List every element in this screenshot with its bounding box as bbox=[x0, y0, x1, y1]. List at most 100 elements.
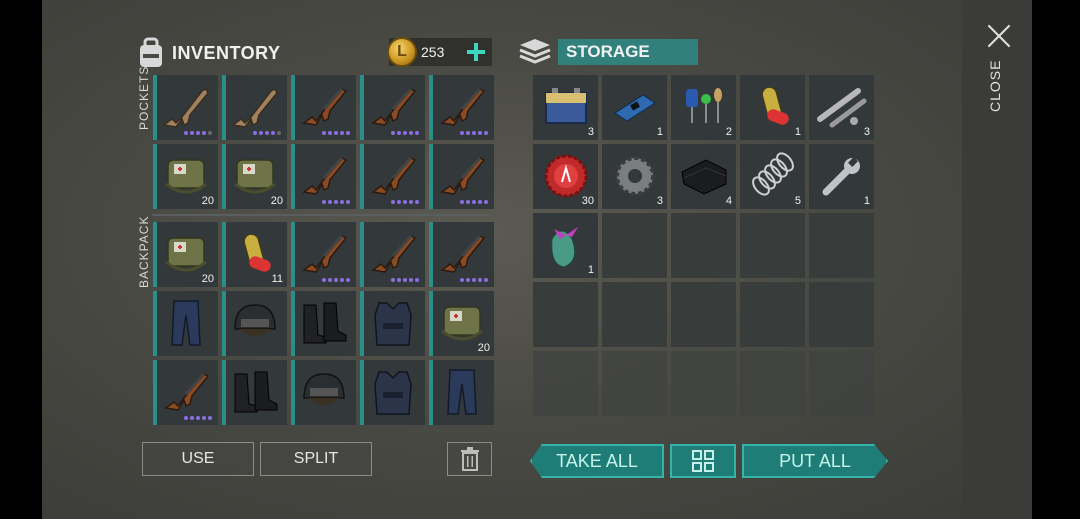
ak-rifle-icon bbox=[296, 226, 352, 282]
coin-balance: L 253 bbox=[387, 37, 492, 67]
backpack-slot[interactable] bbox=[360, 360, 425, 425]
pockets-slot[interactable] bbox=[291, 75, 356, 140]
backpack-grid: 20 11 20 bbox=[153, 222, 494, 425]
spring-icon bbox=[745, 148, 801, 204]
storage-empty-slot[interactable] bbox=[809, 351, 874, 416]
item-count: 1 bbox=[863, 195, 870, 207]
storage-title: STORAGE bbox=[558, 39, 698, 65]
backpack-label: BACKPACK bbox=[137, 215, 151, 288]
backpack-slot[interactable] bbox=[222, 291, 287, 356]
quality-dots bbox=[391, 200, 419, 204]
backpack-slot[interactable] bbox=[429, 222, 494, 287]
section-divider bbox=[152, 214, 491, 216]
backpack-slot[interactable] bbox=[222, 360, 287, 425]
quality-dots bbox=[391, 131, 419, 135]
boots-icon bbox=[227, 364, 283, 420]
pockets-slot[interactable]: 20 bbox=[222, 144, 287, 209]
backpack-slot[interactable] bbox=[360, 291, 425, 356]
storage_items-slot[interactable]: 3 bbox=[809, 75, 874, 140]
storage-empty-slot[interactable] bbox=[533, 282, 598, 347]
backpack-slot[interactable] bbox=[291, 222, 356, 287]
backpack-slot[interactable]: 11 bbox=[222, 222, 287, 287]
pockets-slot[interactable] bbox=[222, 75, 287, 140]
put-all-label: PUT ALL bbox=[779, 450, 851, 471]
tan-rifle-icon bbox=[227, 79, 283, 135]
pockets-slot[interactable] bbox=[429, 144, 494, 209]
pockets-slot[interactable] bbox=[360, 144, 425, 209]
ak-rifle-icon bbox=[434, 148, 490, 204]
storage_items-slot[interactable]: 1 bbox=[740, 75, 805, 140]
storage_items-slot[interactable]: 1 bbox=[533, 213, 598, 278]
storage-empty-slot[interactable] bbox=[740, 213, 805, 278]
close-button[interactable]: CLOSE bbox=[983, 20, 1013, 120]
item-count: 5 bbox=[794, 195, 801, 207]
backpack-slot[interactable] bbox=[429, 360, 494, 425]
storage-empty-slot[interactable] bbox=[671, 213, 736, 278]
storage-empty-slot[interactable] bbox=[740, 282, 805, 347]
storage_items-slot[interactable]: 30 bbox=[533, 144, 598, 209]
storage-empty-slot[interactable] bbox=[809, 213, 874, 278]
item-count: 1 bbox=[587, 264, 594, 276]
backpack-slot[interactable] bbox=[153, 291, 218, 356]
storage-empty-slot[interactable] bbox=[533, 351, 598, 416]
put-all-button[interactable]: PUT ALL bbox=[742, 444, 888, 478]
trash-icon bbox=[460, 447, 480, 471]
storage-header: STORAGE bbox=[518, 36, 698, 68]
storage_items-slot[interactable]: 1 bbox=[809, 144, 874, 209]
pockets-slot[interactable] bbox=[360, 75, 425, 140]
use-button[interactable]: USE bbox=[142, 442, 254, 476]
quality-dots bbox=[253, 131, 281, 135]
boots-icon bbox=[296, 295, 352, 351]
ak-rifle-icon bbox=[296, 148, 352, 204]
backpack-slot[interactable]: 20 bbox=[153, 222, 218, 287]
storage-empty-slot[interactable] bbox=[602, 213, 667, 278]
quality-dots bbox=[322, 131, 350, 135]
item-count: 20 bbox=[477, 342, 490, 354]
backpack-slot[interactable] bbox=[360, 222, 425, 287]
pockets-slot[interactable]: 20 bbox=[153, 144, 218, 209]
delete-button[interactable] bbox=[447, 442, 492, 476]
coin-icon: L bbox=[387, 37, 417, 67]
storage-empty-slot[interactable] bbox=[602, 351, 667, 416]
item-count: 20 bbox=[201, 273, 214, 285]
storage_items-slot[interactable]: 2 bbox=[671, 75, 736, 140]
quality-dots bbox=[460, 200, 488, 204]
pipes-icon bbox=[814, 79, 870, 135]
item-count: 20 bbox=[201, 195, 214, 207]
storage_items-slot[interactable]: 1 bbox=[602, 75, 667, 140]
storage-grid: 3 1 2 1 3 30 3 4 5 1 1 bbox=[533, 75, 874, 424]
add-coins-button[interactable] bbox=[466, 42, 486, 62]
pants-icon bbox=[158, 295, 214, 351]
electronic-parts-icon bbox=[676, 79, 732, 135]
inventory-title: INVENTORY bbox=[172, 42, 281, 63]
backpack-slot[interactable] bbox=[291, 291, 356, 356]
backpack-slot[interactable] bbox=[153, 360, 218, 425]
pants-icon bbox=[434, 364, 490, 420]
storage-box-icon bbox=[518, 37, 552, 67]
storage-empty-slot[interactable] bbox=[602, 282, 667, 347]
storage-empty-slot[interactable] bbox=[809, 282, 874, 347]
quality-dots bbox=[184, 416, 212, 420]
take-all-button[interactable]: TAKE ALL bbox=[530, 444, 664, 478]
split-button[interactable]: SPLIT bbox=[260, 442, 372, 476]
backpack-slot[interactable] bbox=[291, 360, 356, 425]
pockets-slot[interactable] bbox=[429, 75, 494, 140]
quality-dots bbox=[460, 278, 488, 282]
sort-button[interactable] bbox=[670, 444, 736, 478]
storage-empty-slot[interactable] bbox=[671, 351, 736, 416]
pockets-slot[interactable] bbox=[291, 144, 356, 209]
ak-rifle-icon bbox=[365, 79, 421, 135]
storage-empty-slot[interactable] bbox=[671, 282, 736, 347]
pill-icon bbox=[745, 79, 801, 135]
vest-icon bbox=[365, 295, 421, 351]
circuit-board-icon bbox=[607, 79, 663, 135]
storage_items-slot[interactable]: 3 bbox=[602, 144, 667, 209]
item-count: 30 bbox=[581, 195, 594, 207]
storage-empty-slot[interactable] bbox=[740, 351, 805, 416]
pockets-slot[interactable] bbox=[153, 75, 218, 140]
backpack-slot[interactable]: 20 bbox=[429, 291, 494, 356]
storage_items-slot[interactable]: 5 bbox=[740, 144, 805, 209]
storage_items-slot[interactable]: 4 bbox=[671, 144, 736, 209]
item-count: 2 bbox=[725, 126, 732, 138]
storage_items-slot[interactable]: 3 bbox=[533, 75, 598, 140]
